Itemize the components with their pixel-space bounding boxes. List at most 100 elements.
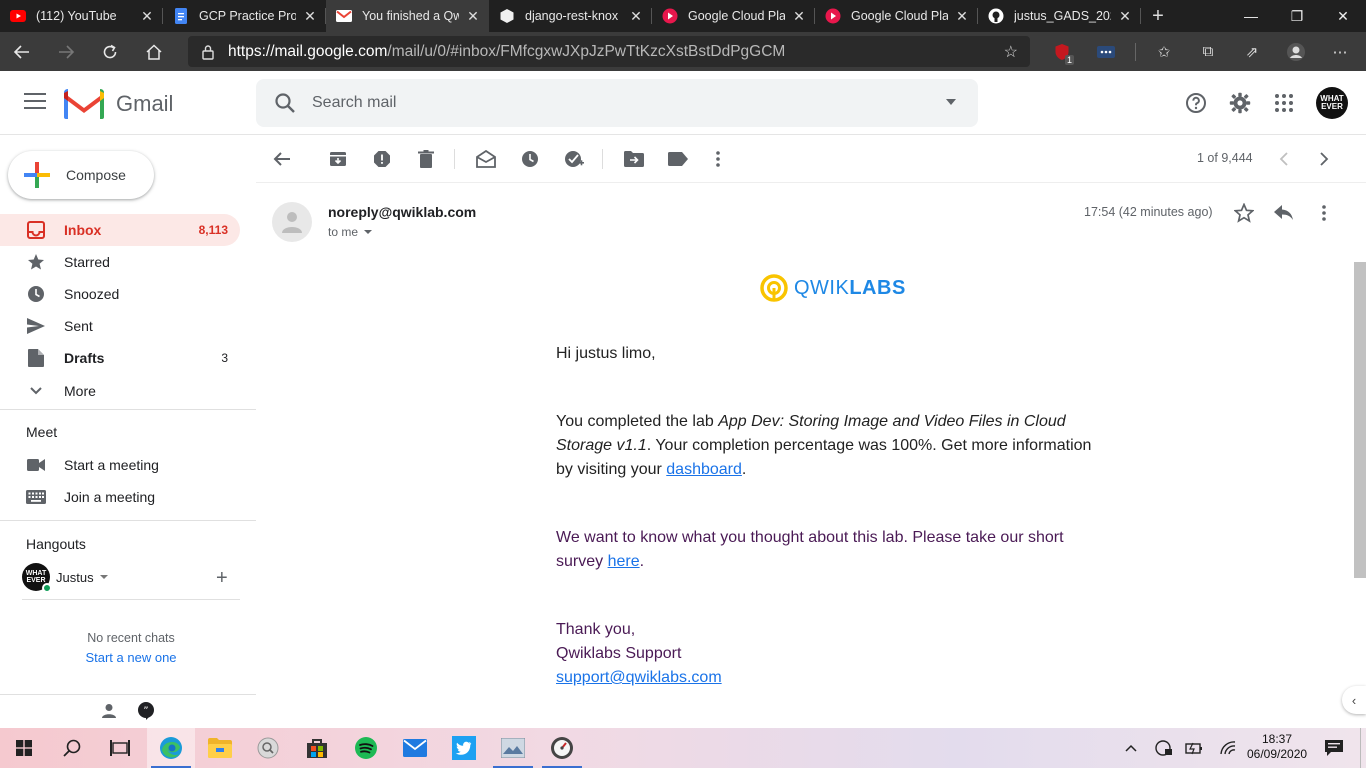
- close-icon[interactable]: ✕: [302, 8, 318, 25]
- star-message-button[interactable]: [1232, 201, 1256, 225]
- refresh-button[interactable]: [88, 32, 132, 71]
- browser-toolbar: https://mail.google.com/mail/u/0/#inbox/…: [0, 32, 1366, 71]
- settings-more-icon[interactable]: ⋯: [1318, 32, 1362, 71]
- settings-gear-icon[interactable]: [1228, 91, 1252, 115]
- older-button[interactable]: [1312, 147, 1336, 171]
- media-app-icon[interactable]: [538, 728, 586, 768]
- spotify-icon[interactable]: [342, 728, 390, 768]
- extension-ublock-icon[interactable]: 1: [1040, 32, 1084, 71]
- report-spam-button[interactable]: [370, 147, 394, 171]
- sidebar-item-starred[interactable]: Starred: [0, 246, 240, 278]
- notifications-icon[interactable]: [1310, 728, 1358, 768]
- support-email-link[interactable]: support@qwiklabs.com: [556, 669, 722, 686]
- mark-unread-button[interactable]: [474, 147, 498, 171]
- recipient-details[interactable]: to me: [328, 225, 373, 239]
- tab-gcp-practice[interactable]: GCP Practice Proje ✕: [163, 0, 326, 32]
- home-button[interactable]: [132, 32, 176, 71]
- share-icon[interactable]: ⇗: [1230, 32, 1274, 71]
- help-icon[interactable]: [1184, 91, 1208, 115]
- join-meeting-item[interactable]: Join a meeting: [0, 481, 240, 513]
- hangouts-user[interactable]: WHAT EVER Justus: [22, 563, 108, 593]
- search-app-icon[interactable]: [244, 728, 292, 768]
- file-explorer-icon[interactable]: [196, 728, 244, 768]
- hangouts-quote-icon[interactable]: ”: [137, 702, 155, 723]
- store-icon[interactable]: [293, 728, 341, 768]
- snooze-button[interactable]: [518, 147, 542, 171]
- main-menu-icon[interactable]: [24, 93, 46, 111]
- side-panel-toggle[interactable]: ‹: [1342, 686, 1366, 714]
- sidebar-item-snoozed[interactable]: Snoozed: [0, 278, 240, 310]
- apps-grid-icon[interactable]: [1272, 91, 1296, 115]
- scrollbar-thumb[interactable]: [1354, 262, 1366, 578]
- search-options-icon[interactable]: [946, 99, 956, 105]
- add-icon[interactable]: +: [216, 567, 228, 590]
- close-window-button[interactable]: ✕: [1320, 0, 1366, 32]
- close-icon[interactable]: ✕: [628, 8, 644, 25]
- tab-github[interactable]: justus_GADS_2020 ✕: [978, 0, 1141, 32]
- twitter-icon[interactable]: [440, 728, 488, 768]
- search-icon[interactable]: [48, 728, 96, 768]
- person-icon[interactable]: [101, 703, 117, 722]
- favorites-icon[interactable]: ✩: [1142, 32, 1186, 71]
- compose-button[interactable]: Compose: [8, 151, 154, 199]
- sender-email[interactable]: noreply@qwiklab.com: [328, 204, 476, 220]
- tab-title: (112) YouTube: [36, 9, 117, 23]
- wifi-icon[interactable]: [1204, 728, 1252, 768]
- photos-app-icon[interactable]: [489, 728, 537, 768]
- delete-button[interactable]: [414, 147, 438, 171]
- search-icon[interactable]: [274, 92, 296, 117]
- caret-down-icon[interactable]: [99, 575, 108, 579]
- sidebar-item-sent[interactable]: Sent: [0, 310, 240, 342]
- close-icon[interactable]: ✕: [791, 8, 807, 25]
- labels-button[interactable]: [666, 147, 690, 171]
- extension-dots-icon[interactable]: [1084, 32, 1128, 71]
- close-icon[interactable]: ✕: [1117, 8, 1133, 25]
- back-to-inbox-button[interactable]: [270, 147, 294, 171]
- new-tab-button[interactable]: +: [1141, 0, 1175, 32]
- gmail-logo-icon[interactable]: [64, 89, 104, 122]
- task-view-icon[interactable]: [96, 728, 144, 768]
- add-to-tasks-button[interactable]: [562, 147, 586, 171]
- windows-start-icon[interactable]: [0, 728, 48, 768]
- sidebar-item-inbox[interactable]: Inbox 8,113: [0, 214, 240, 246]
- minimize-button[interactable]: —: [1228, 0, 1274, 32]
- sidebar-item-drafts[interactable]: Drafts 3: [0, 342, 240, 374]
- tab-youtube[interactable]: (112) YouTube ✕: [0, 0, 163, 32]
- message-more-button[interactable]: [1312, 201, 1336, 225]
- mail-icon[interactable]: [391, 728, 439, 768]
- message-timestamp: 17:54 (42 minutes ago): [1084, 205, 1213, 219]
- restore-button[interactable]: ❐: [1274, 0, 1320, 32]
- sender-avatar[interactable]: [272, 202, 312, 242]
- profile-icon[interactable]: [1274, 32, 1318, 71]
- newer-button[interactable]: [1272, 147, 1296, 171]
- move-to-button[interactable]: [622, 147, 646, 171]
- address-bar[interactable]: https://mail.google.com/mail/u/0/#inbox/…: [188, 36, 1030, 67]
- tab-google-cloud-1[interactable]: Google Cloud Plat ✕: [652, 0, 815, 32]
- tab-gmail[interactable]: You finished a Qw ✕: [326, 0, 489, 32]
- system-clock[interactable]: 18:37 06/09/2020: [1247, 732, 1307, 762]
- dashboard-link[interactable]: dashboard: [666, 461, 742, 478]
- clock-icon: [522, 151, 538, 167]
- collections-icon[interactable]: ⧉: [1186, 32, 1230, 71]
- edge-browser-icon[interactable]: [147, 728, 195, 768]
- archive-button[interactable]: [326, 147, 350, 171]
- survey-link[interactable]: here: [608, 553, 640, 570]
- more-options-button[interactable]: [706, 147, 730, 171]
- reply-button[interactable]: [1272, 201, 1296, 225]
- start-new-chat-link[interactable]: Start a new one: [0, 650, 262, 665]
- close-icon[interactable]: ✕: [139, 8, 155, 25]
- close-icon[interactable]: ✕: [954, 8, 970, 25]
- tab-django-rest-knox[interactable]: django-rest-knox ✕: [489, 0, 652, 32]
- back-button[interactable]: [0, 32, 44, 71]
- tab-google-cloud-2[interactable]: Google Cloud Plat ✕: [815, 0, 978, 32]
- gcp-icon: [825, 8, 841, 24]
- account-avatar[interactable]: WHAT EVER: [1316, 87, 1348, 119]
- start-meeting-item[interactable]: Start a meeting: [0, 449, 240, 481]
- close-icon[interactable]: ✕: [465, 8, 481, 25]
- favorite-star-icon[interactable]: ☆: [1004, 42, 1018, 62]
- search-input[interactable]: [312, 91, 912, 115]
- forward-button[interactable]: [44, 32, 88, 71]
- show-desktop-button[interactable]: [1360, 728, 1366, 768]
- sidebar-item-more[interactable]: More: [0, 375, 240, 407]
- spam-icon: [374, 151, 390, 167]
